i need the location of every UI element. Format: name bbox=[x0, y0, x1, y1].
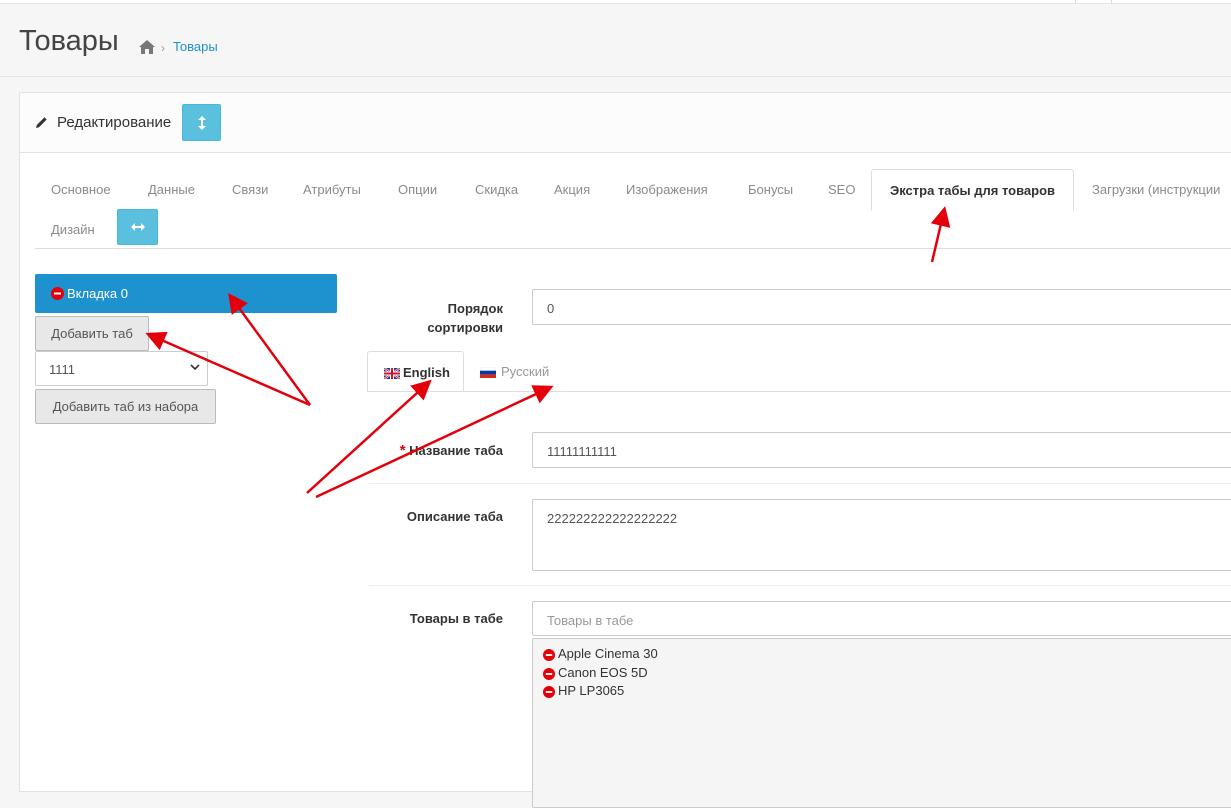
product-item-label: Canon EOS 5D bbox=[558, 665, 648, 680]
tab-name-label-text: Название таба bbox=[409, 443, 503, 458]
tab-dizayn[interactable]: Дизайн bbox=[51, 222, 95, 237]
panel-heading: Редактирование bbox=[20, 93, 1231, 153]
tab-extra-tabs[interactable]: Экстра табы для товаров bbox=[871, 169, 1074, 211]
lang-tabs-divider bbox=[367, 391, 1231, 392]
lang-tab-english[interactable]: English bbox=[367, 351, 464, 392]
tab-svyazi[interactable]: Связи bbox=[232, 182, 268, 197]
tabs-divider bbox=[35, 248, 1231, 249]
uk-flag-icon bbox=[384, 368, 400, 379]
product-item-label: Apple Cinema 30 bbox=[558, 646, 658, 661]
tab-akciya[interactable]: Акция bbox=[554, 182, 590, 197]
home-icon[interactable] bbox=[139, 40, 155, 54]
ru-flag-icon bbox=[480, 367, 496, 378]
tab-dannye[interactable]: Данные bbox=[148, 182, 195, 197]
expand-vertical-button[interactable] bbox=[182, 104, 221, 141]
expand-horizontal-button[interactable] bbox=[117, 209, 158, 245]
tab-skidka[interactable]: Скидка bbox=[475, 182, 518, 197]
tab-seo[interactable]: SEO bbox=[828, 182, 855, 197]
lang-tab-english-label: English bbox=[403, 365, 450, 380]
tab-name-value: 11111111111 bbox=[547, 444, 617, 459]
tab-bonusy[interactable]: Бонусы bbox=[748, 182, 793, 197]
tab-desc-label: Описание таба bbox=[406, 509, 503, 524]
remove-circle-icon[interactable] bbox=[543, 686, 555, 698]
add-tab-button[interactable]: Добавить таб bbox=[35, 316, 149, 351]
tab-set-select-value: 1111 bbox=[49, 362, 76, 377]
extra-tab-item-label: Вкладка 0 bbox=[67, 286, 128, 301]
products-autocomplete-input[interactable]: Товары в табе bbox=[532, 601, 1231, 636]
top-navbar bbox=[0, 0, 1231, 4]
tab-opcii[interactable]: Опции bbox=[398, 182, 437, 197]
arrows-horizontal-icon bbox=[130, 223, 145, 231]
products-label: Товары в табе bbox=[409, 611, 503, 626]
arrows-vertical-icon bbox=[197, 115, 206, 130]
tab-name-label: * Название таба bbox=[380, 442, 503, 459]
product-item-label: HP LP3065 bbox=[558, 683, 625, 698]
lang-tab-russian-label: Русский bbox=[501, 364, 550, 379]
tab-atributy[interactable]: Атрибуты bbox=[303, 182, 361, 197]
chevron-down-icon bbox=[190, 364, 200, 371]
remove-circle-icon[interactable] bbox=[543, 668, 555, 680]
tab-set-select[interactable]: 1111 bbox=[35, 351, 208, 386]
panel-title: Редактирование bbox=[57, 114, 172, 131]
breadcrumb-link-products[interactable]: Товары bbox=[173, 39, 218, 54]
form-row-divider bbox=[369, 483, 1231, 484]
required-mark: * bbox=[399, 442, 406, 459]
tab-izobrazheniya[interactable]: Изображения bbox=[626, 182, 708, 197]
navbar-divider bbox=[1111, 0, 1112, 4]
edit-panel: Редактирование Основное Данные Связи Атр… bbox=[19, 92, 1231, 808]
remove-circle-icon[interactable] bbox=[543, 649, 555, 661]
products-list: Apple Cinema 30 Canon EOS 5D HP LP3065 bbox=[532, 638, 1231, 808]
form-row-divider bbox=[369, 585, 1231, 586]
tab-osnovnoe[interactable]: Основное bbox=[51, 182, 111, 197]
sort-order-input[interactable]: 0 bbox=[532, 289, 1231, 325]
tab-name-input[interactable]: 11111111111 bbox=[532, 432, 1231, 468]
pencil-icon bbox=[36, 117, 47, 128]
tab-zagruzki[interactable]: Загрузки (инструкции bbox=[1092, 182, 1220, 197]
tab-desc-textarea[interactable]: 222222222222222222 bbox=[532, 499, 1231, 571]
breadcrumb-separator: › bbox=[161, 41, 165, 55]
page-title: Товары bbox=[19, 25, 119, 57]
sort-order-value: 0 bbox=[547, 301, 555, 316]
add-tab-from-set-button[interactable]: Добавить таб из набора bbox=[35, 389, 216, 424]
extra-tab-item[interactable]: Вкладка 0 bbox=[35, 274, 337, 313]
tab-desc-value: 222222222222222222 bbox=[547, 511, 678, 526]
sort-order-label: Порядок сортировки bbox=[427, 301, 503, 335]
navbar-divider bbox=[1075, 0, 1076, 4]
page-header: Товары › Товары bbox=[0, 5, 1231, 77]
remove-circle-icon[interactable] bbox=[51, 287, 64, 300]
tab-extra-tabs-label: Экстра табы для товаров bbox=[889, 182, 1056, 198]
products-placeholder: Товары в табе bbox=[547, 613, 634, 628]
